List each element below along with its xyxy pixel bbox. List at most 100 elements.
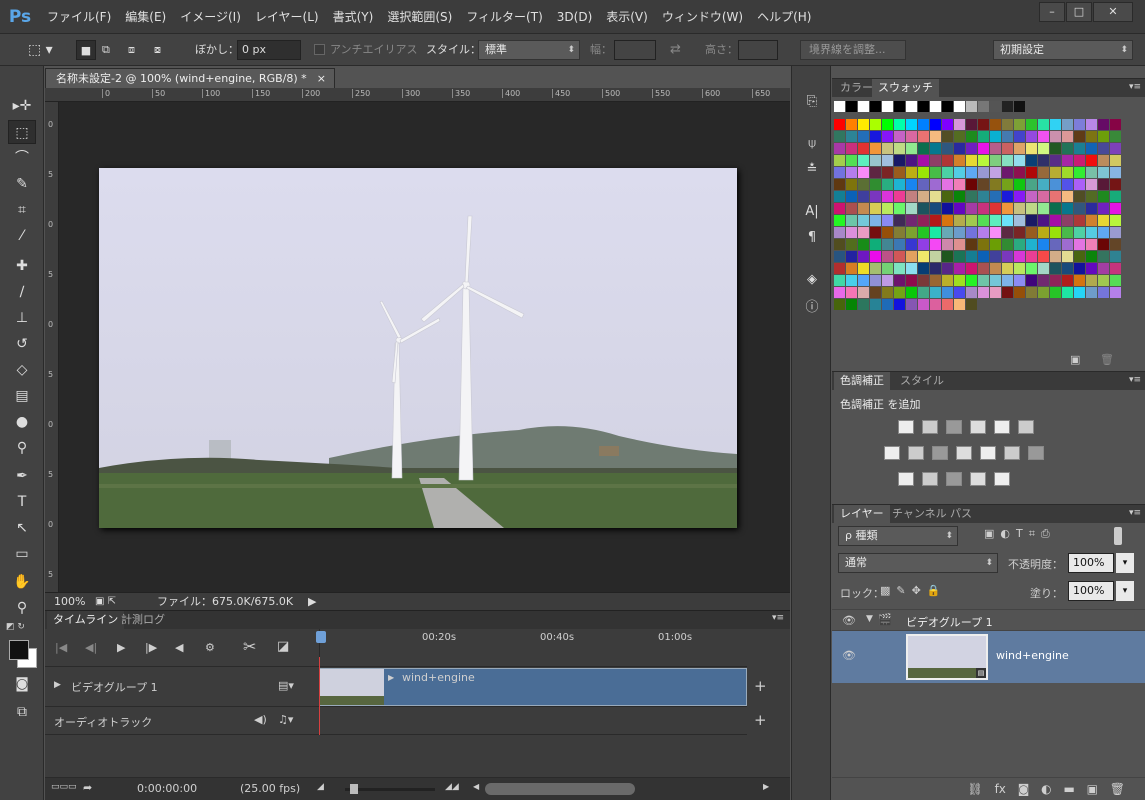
swatch[interactable] bbox=[1050, 143, 1061, 154]
swatch[interactable] bbox=[1062, 155, 1073, 166]
swatch[interactable] bbox=[882, 191, 893, 202]
swatch[interactable] bbox=[894, 239, 905, 250]
swatch[interactable] bbox=[834, 179, 845, 190]
swatch[interactable] bbox=[1086, 143, 1097, 154]
swatch[interactable] bbox=[1074, 287, 1085, 298]
swatch[interactable] bbox=[1074, 263, 1085, 274]
clip-expand-icon[interactable]: ▶ bbox=[388, 673, 394, 682]
menu-3d[interactable]: 3D(D) bbox=[550, 10, 599, 24]
swatch[interactable] bbox=[1026, 155, 1037, 166]
swatch[interactable] bbox=[966, 239, 977, 250]
swatch[interactable] bbox=[1038, 215, 1049, 226]
swatch[interactable] bbox=[1074, 119, 1085, 130]
swatch[interactable] bbox=[1098, 167, 1109, 178]
swatch[interactable] bbox=[1086, 239, 1097, 250]
swatch[interactable] bbox=[894, 143, 905, 154]
swatch[interactable] bbox=[930, 275, 941, 286]
swatch[interactable] bbox=[834, 119, 845, 130]
swatch[interactable] bbox=[894, 227, 905, 238]
foreground-color-swatch[interactable] bbox=[9, 640, 29, 660]
swatch[interactable] bbox=[882, 203, 893, 214]
swatch[interactable] bbox=[954, 239, 965, 250]
swatch[interactable] bbox=[1014, 275, 1025, 286]
swatch[interactable] bbox=[966, 227, 977, 238]
swatch[interactable] bbox=[1050, 287, 1061, 298]
swatch[interactable] bbox=[918, 155, 929, 166]
swatch[interactable] bbox=[1110, 239, 1121, 250]
prev-frame-icon[interactable]: ◀| bbox=[85, 641, 97, 654]
swatch[interactable] bbox=[1038, 239, 1049, 250]
lock-icons[interactable]: ▩✎✥🔒 bbox=[880, 584, 947, 597]
swatch[interactable] bbox=[930, 239, 941, 250]
timeline-menu-icon[interactable]: ▾≡ bbox=[772, 613, 784, 623]
layer-filter-select[interactable]: ρ 種類 bbox=[838, 526, 958, 546]
swatch[interactable] bbox=[906, 131, 917, 142]
swatch[interactable] bbox=[1002, 131, 1013, 142]
swatch[interactable] bbox=[918, 179, 929, 190]
swatch[interactable] bbox=[846, 131, 857, 142]
swatch-grid[interactable] bbox=[834, 119, 1121, 310]
adjustments-menu-icon[interactable]: ▾≡ bbox=[1129, 375, 1141, 385]
swatch[interactable] bbox=[978, 203, 989, 214]
zoom-slider[interactable] bbox=[345, 788, 435, 791]
swatch[interactable] bbox=[1086, 251, 1097, 262]
swatch[interactable] bbox=[1098, 119, 1109, 130]
swatch[interactable] bbox=[1074, 203, 1085, 214]
time-ruler[interactable]: 00:20s 00:40s 01:00s bbox=[316, 629, 747, 667]
layers-menu-icon[interactable]: ▾≡ bbox=[1129, 508, 1141, 518]
swatch[interactable] bbox=[1050, 179, 1061, 190]
adjustment-preset-icon[interactable] bbox=[898, 420, 914, 434]
swatch[interactable] bbox=[1014, 287, 1025, 298]
swatch[interactable] bbox=[1098, 263, 1109, 274]
swatch[interactable] bbox=[990, 155, 1001, 166]
swatch[interactable] bbox=[1074, 215, 1085, 226]
swatch[interactable] bbox=[834, 215, 845, 226]
swatch[interactable] bbox=[930, 131, 941, 142]
swatch[interactable] bbox=[990, 287, 1001, 298]
swatch[interactable] bbox=[846, 101, 857, 112]
swatch[interactable] bbox=[1026, 275, 1037, 286]
scroll-right-icon[interactable]: ▶ bbox=[763, 782, 769, 791]
swatch[interactable] bbox=[858, 101, 869, 112]
swatch[interactable] bbox=[1086, 131, 1097, 142]
swatch[interactable] bbox=[954, 119, 965, 130]
swatch[interactable] bbox=[942, 119, 953, 130]
dodge-tool-icon[interactable]: ⚲ bbox=[8, 436, 36, 460]
swatch[interactable] bbox=[942, 239, 953, 250]
swatch[interactable] bbox=[882, 215, 893, 226]
swatch[interactable] bbox=[966, 143, 977, 154]
swatch[interactable] bbox=[1098, 227, 1109, 238]
swatch[interactable] bbox=[966, 131, 977, 142]
swatch[interactable] bbox=[990, 101, 1001, 112]
swatch[interactable] bbox=[1002, 287, 1013, 298]
swatch[interactable] bbox=[846, 251, 857, 262]
swatch[interactable] bbox=[1002, 239, 1013, 250]
swatch[interactable] bbox=[1026, 239, 1037, 250]
settings-gear-icon[interactable]: ⚙ bbox=[205, 641, 215, 654]
swatch[interactable] bbox=[846, 119, 857, 130]
swatch[interactable] bbox=[1110, 203, 1121, 214]
swatch[interactable] bbox=[966, 251, 977, 262]
marquee-tool-icon[interactable]: ⬚ bbox=[8, 120, 36, 144]
swatch[interactable] bbox=[858, 167, 869, 178]
path-select-icon[interactable]: ↖ bbox=[8, 516, 36, 540]
marquee-tool-preset-icon[interactable]: ⬚ ▾ bbox=[28, 40, 53, 60]
swatch[interactable] bbox=[1026, 203, 1037, 214]
swatch[interactable] bbox=[1062, 203, 1073, 214]
swatch[interactable] bbox=[1098, 275, 1109, 286]
swatch[interactable] bbox=[1086, 275, 1097, 286]
swatch[interactable] bbox=[1086, 179, 1097, 190]
swatch[interactable] bbox=[894, 191, 905, 202]
swatch[interactable] bbox=[1086, 167, 1097, 178]
swatch[interactable] bbox=[1062, 119, 1073, 130]
adjustment-preset-icon[interactable] bbox=[922, 420, 938, 434]
swatch[interactable] bbox=[894, 119, 905, 130]
swatch[interactable] bbox=[930, 143, 941, 154]
rectangle-tool-icon[interactable]: ▭ bbox=[8, 542, 36, 566]
swatch[interactable] bbox=[954, 131, 965, 142]
swatch[interactable] bbox=[954, 263, 965, 274]
swatch[interactable] bbox=[834, 155, 845, 166]
swatch[interactable] bbox=[1062, 239, 1073, 250]
swatch[interactable] bbox=[942, 299, 953, 310]
status-preview-icon[interactable]: ▣ ⇱ bbox=[95, 593, 116, 611]
